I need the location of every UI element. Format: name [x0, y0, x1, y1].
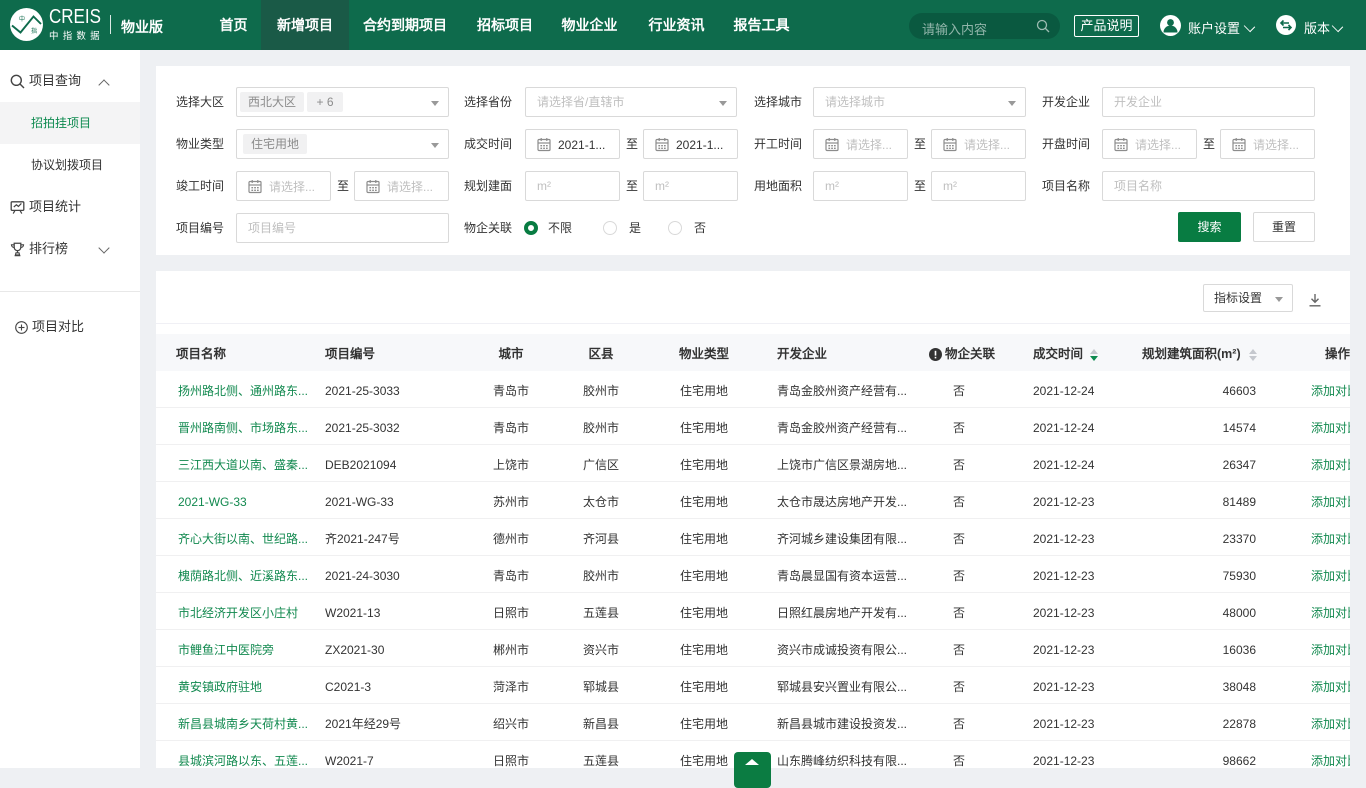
- svg-text:中: 中: [19, 15, 25, 23]
- svg-text:指: 指: [31, 27, 37, 35]
